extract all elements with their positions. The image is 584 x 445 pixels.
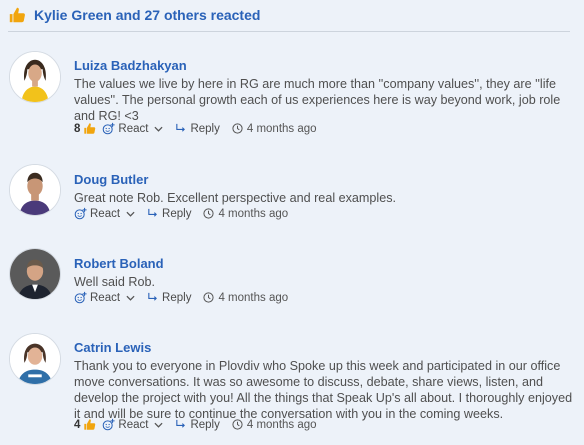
reply-icon	[148, 208, 157, 217]
clock-icon	[203, 208, 215, 219]
reply-label: Reply	[162, 207, 192, 220]
reactions-summary-text[interactable]: Kylie Green and 27 others reacted	[34, 7, 260, 23]
react-label: React	[90, 291, 121, 304]
reaction-count[interactable]: 4	[74, 419, 80, 431]
comment-text: Great note Rob. Excellent perspective an…	[74, 191, 397, 205]
comment-actions: 4 React Reply 4 months ago	[74, 418, 317, 431]
clock-icon	[203, 292, 215, 303]
comment-author[interactable]: Catrin Lewis	[74, 340, 151, 355]
comment-text: The values we live by here in RG are muc…	[74, 77, 561, 123]
thumbs-up-icon	[9, 7, 25, 23]
reply-button[interactable]: Reply	[175, 419, 231, 431]
divider	[8, 31, 570, 32]
clock-icon	[232, 419, 243, 430]
comment-timestamp: 4 months ago	[232, 419, 317, 431]
chevron-down-icon[interactable]	[126, 295, 135, 301]
comment-timestamp: 4 months ago	[203, 292, 288, 304]
reply-label: Reply	[190, 122, 220, 135]
avatar-image	[10, 249, 60, 299]
add-reaction-icon	[103, 122, 115, 135]
avatar-image	[10, 334, 60, 384]
avatar-image	[10, 52, 60, 102]
comment-text: Thank you to everyone in Plovdiv who Spo…	[74, 359, 573, 421]
chevron-down-icon[interactable]	[126, 211, 135, 217]
comment-timestamp: 4 months ago	[203, 208, 288, 220]
add-reaction-icon	[103, 418, 115, 431]
comment-timestamp: 4 months ago	[232, 123, 317, 135]
reply-button[interactable]: Reply	[147, 208, 203, 220]
avatar[interactable]	[9, 164, 61, 216]
reply-label: Reply	[190, 418, 220, 431]
reactions-summary[interactable]: Kylie Green and 27 others reacted	[8, 4, 568, 26]
comment-actions: 8 React Reply 4 months ago	[74, 122, 317, 135]
react-button[interactable]: React	[102, 418, 148, 431]
timestamp-label: 4 months ago	[218, 207, 289, 220]
react-label: React	[90, 207, 121, 220]
react-button[interactable]: React	[74, 207, 120, 220]
avatar[interactable]	[9, 51, 61, 103]
thumbs-up-icon[interactable]	[83, 418, 96, 431]
reply-icon	[176, 419, 186, 428]
add-reaction-icon	[74, 207, 87, 220]
react-label: React	[118, 122, 149, 135]
reply-button[interactable]: Reply	[175, 123, 231, 135]
reply-label: Reply	[162, 291, 192, 304]
reply-icon	[176, 123, 186, 132]
comment-text: Well said Rob.	[74, 275, 155, 289]
react-button[interactable]: React	[74, 291, 120, 304]
timestamp-label: 4 months ago	[246, 122, 317, 135]
reply-icon	[148, 292, 157, 301]
avatar[interactable]	[9, 248, 61, 300]
timestamp-label: 4 months ago	[218, 291, 289, 304]
avatar[interactable]	[9, 333, 61, 385]
comment-actions: React Reply 4 months ago	[74, 207, 288, 220]
avatar-image	[10, 165, 60, 215]
chevron-down-icon[interactable]	[154, 126, 163, 132]
react-label: React	[118, 418, 149, 431]
timestamp-label: 4 months ago	[246, 418, 317, 431]
comment-actions: React Reply 4 months ago	[74, 291, 288, 304]
reply-button[interactable]: Reply	[147, 292, 203, 304]
comment-author[interactable]: Luiza Badzhakyan	[74, 58, 187, 73]
thumbs-up-icon[interactable]	[83, 122, 96, 135]
reaction-count[interactable]: 8	[74, 123, 80, 135]
chevron-down-icon[interactable]	[154, 422, 163, 428]
comment-author[interactable]: Doug Butler	[74, 172, 148, 187]
add-reaction-icon	[74, 291, 87, 304]
react-button[interactable]: React	[102, 122, 148, 135]
comment-author[interactable]: Robert Boland	[74, 256, 164, 271]
clock-icon	[232, 123, 243, 134]
